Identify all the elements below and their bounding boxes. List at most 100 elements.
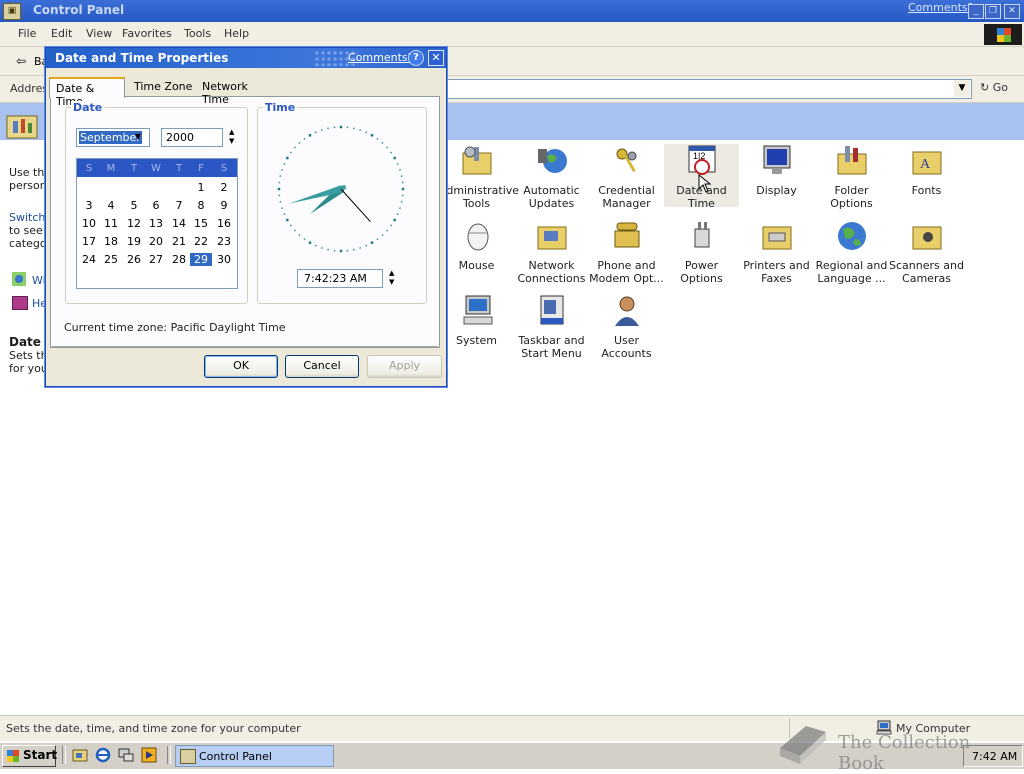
folder-options-icon [837,146,866,175]
icon-system[interactable]: System [439,294,514,347]
tab-time-zone[interactable]: Time Zone [128,77,194,96]
calendar-day[interactable]: 11 [100,217,122,230]
calendar-day[interactable]: 21 [168,235,190,248]
address-input[interactable] [445,79,972,99]
go-button[interactable]: ↻ Go [980,81,1008,94]
cancel-button[interactable]: Cancel [285,355,359,378]
icon-fonts[interactable]: A Fonts [889,144,964,197]
calendar-day[interactable]: 10 [78,217,100,230]
calendar-day[interactable]: 2 [213,181,235,194]
calendar-day[interactable]: 22 [190,235,212,248]
calendar-day[interactable]: 16 [213,217,235,230]
time-up-icon[interactable]: ▲ [389,269,394,277]
calendar-day[interactable]: 19 [123,235,145,248]
window-titlebar[interactable]: ▣ Control Panel Comments? _ ❐ ✕ [0,0,1024,22]
clock-tick [308,241,312,244]
second-hand [340,188,371,223]
time-group-label: Time [263,101,298,114]
windows-update-icon [12,272,26,286]
dialog-close-icon[interactable]: ✕ [428,50,444,66]
menu-tools[interactable]: Tools [184,27,211,40]
network-places-icon[interactable] [118,747,134,763]
switch-view-link[interactable]: Switch [9,211,45,224]
calendar-day-selected[interactable]: 29 [190,253,212,266]
back-arrow-icon[interactable]: ⇦ [16,54,26,68]
dialog-titlebar[interactable]: Date and Time Properties Comments? ? ✕ [46,48,446,68]
year-up-icon[interactable]: ▲ [229,128,234,136]
clock-tick [281,207,283,209]
icon-taskbar-and-start-menu[interactable]: Taskbar and Start Menu [514,294,589,360]
calendar-day[interactable]: 20 [145,235,167,248]
year-stepper[interactable]: 2000 [161,128,223,147]
internet-explorer-icon[interactable] [95,747,111,763]
icon-label: System [455,334,498,347]
ok-button[interactable]: OK [204,355,278,378]
calendar-day[interactable]: 4 [100,199,122,212]
address-dropdown-icon[interactable]: ▼ [954,80,970,97]
calendar-day[interactable]: 14 [168,217,190,230]
tab-date-time[interactable]: Date & Time [49,77,125,108]
calendar-day[interactable]: 18 [100,235,122,248]
icon-automatic-updates[interactable]: Automatic Updates [514,144,589,210]
calendar-day[interactable]: 3 [78,199,100,212]
calendar-day[interactable]: 17 [78,235,100,248]
calendar-day[interactable]: 8 [190,199,212,212]
windows-update-link[interactable]: Wi [32,274,46,287]
calendar-day[interactable]: 1 [190,181,212,194]
watermark: The Collection Book [776,720,1016,774]
window-title: Control Panel [33,3,125,17]
calendar-day[interactable]: 15 [190,217,212,230]
icon-administrative-tools[interactable]: Administrative Tools [439,144,519,210]
menu-edit[interactable]: Edit [51,27,72,40]
calendar-day[interactable]: 5 [123,199,145,212]
start-button[interactable]: Start [2,745,57,767]
calendar-day[interactable]: 25 [100,253,122,266]
icon-phone-and-modem[interactable]: Phone and Modem Opt... [589,219,664,285]
minimize-icon[interactable]: _ [968,4,984,19]
calendar-day[interactable]: 23 [213,235,235,248]
calendar-day[interactable]: 24 [78,253,100,266]
comments-link[interactable]: Comments? [908,1,973,14]
menu-help[interactable]: Help [224,27,249,40]
clock-tick [277,187,281,191]
calendar-day[interactable]: 27 [145,253,167,266]
calendar-day[interactable]: 13 [145,217,167,230]
clock-tick [386,146,388,149]
icon-mouse[interactable]: Mouse [439,219,514,272]
restore-icon[interactable]: ❐ [985,4,1001,19]
show-desktop-icon[interactable] [72,747,88,763]
icon-credential-manager[interactable]: Credential Manager [589,144,664,210]
clock-tick [401,194,404,197]
calendar-day[interactable]: 28 [168,253,190,266]
icon-folder-options[interactable]: Folder Options [814,144,889,210]
calendar-day[interactable]: 26 [123,253,145,266]
calendar-day[interactable]: 30 [213,253,235,266]
icon-printers-and-faxes[interactable]: Printers and Faxes [739,219,814,285]
start-flag-icon [7,750,19,762]
icon-user-accounts[interactable]: User Accounts [589,294,664,360]
menu-view[interactable]: View [86,27,112,40]
calendar-day[interactable]: 6 [145,199,167,212]
tab-network-time[interactable]: Network Time [196,77,276,106]
time-input[interactable]: 7:42:23 AM [297,269,383,288]
apply-button[interactable]: Apply [367,355,442,378]
menu-favorites[interactable]: Favorites [122,27,172,40]
media-player-icon[interactable] [141,747,157,763]
icon-scanners-and-cameras[interactable]: Scanners and Cameras [889,219,964,285]
taskbar-control-panel[interactable]: Control Panel [175,745,334,767]
icon-regional-and-language[interactable]: Regional and Language ... [814,219,889,285]
icon-power-options[interactable]: Power Options [664,219,739,285]
calendar-day[interactable]: 7 [168,199,190,212]
clock-tick [279,175,282,177]
year-down-icon[interactable]: ▼ [229,137,234,145]
dialog-comments-link[interactable]: Comments? [348,51,413,64]
help-icon[interactable]: ? [408,50,424,66]
close-icon[interactable]: ✕ [1004,4,1020,19]
icon-network-connections[interactable]: Network Connections [514,219,589,285]
calendar-day[interactable]: 12 [123,217,145,230]
time-down-icon[interactable]: ▼ [389,278,394,286]
month-select[interactable]: September ▼ [76,128,150,147]
calendar-day[interactable]: 9 [213,199,235,212]
icon-display[interactable]: Display [739,144,814,197]
menu-file[interactable]: File [18,27,36,40]
